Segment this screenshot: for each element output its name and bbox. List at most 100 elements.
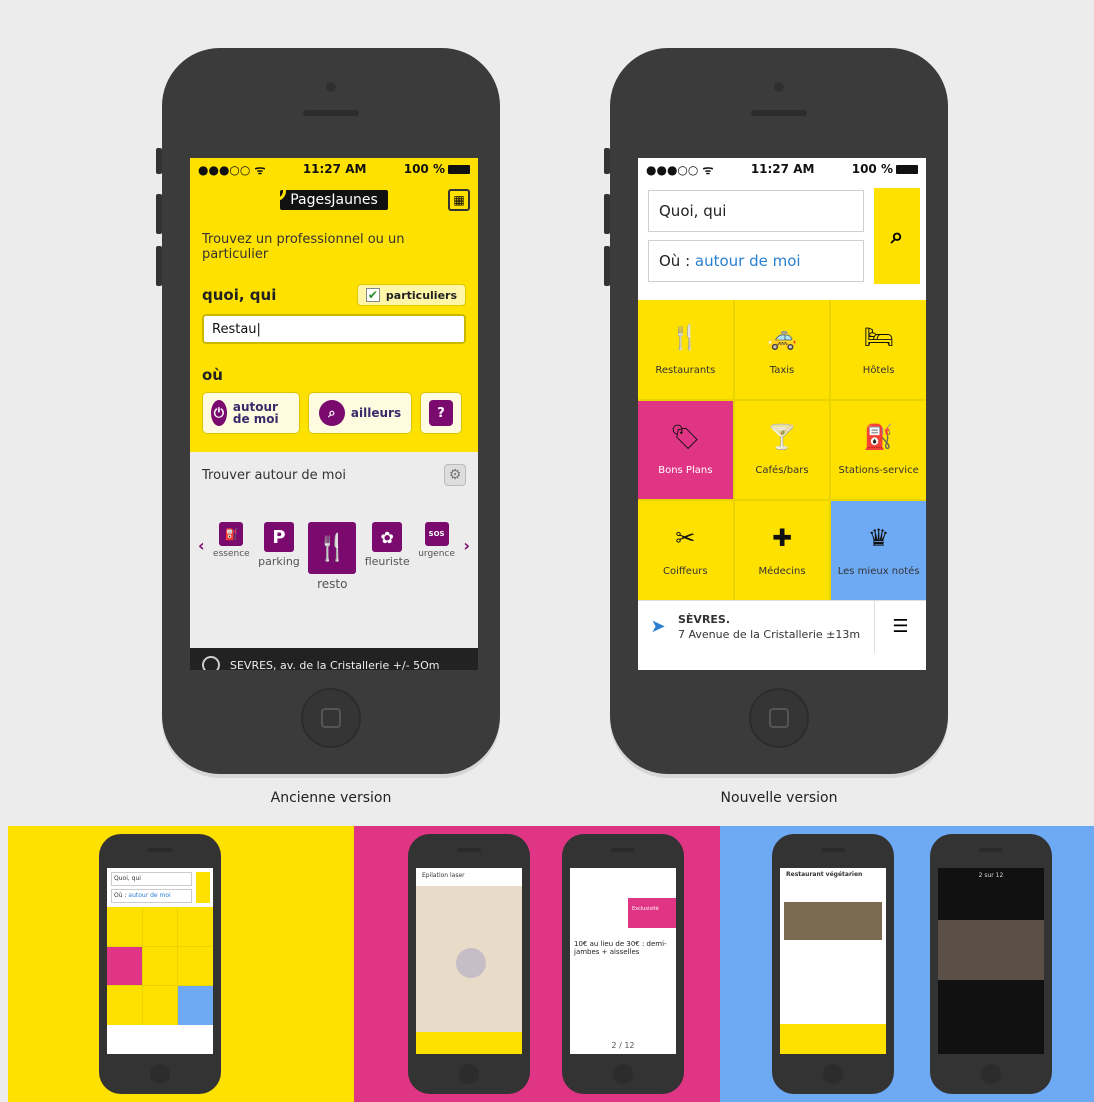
nearby-panel: Trouver autour de moi ⚙ ‹ ⛽ essence P pa…: [190, 452, 478, 648]
hamburger-menu-icon[interactable]: ☰: [874, 600, 926, 653]
volume-up: [604, 194, 610, 234]
gear-icon[interactable]: ⚙: [444, 464, 466, 486]
tile-label: Les mieux notés: [837, 566, 920, 578]
tile-label: Médecins: [758, 566, 806, 578]
new-caption: Nouvelle version: [720, 790, 838, 806]
category-urgence[interactable]: SOS urgence: [418, 522, 455, 559]
what-input[interactable]: Quoi, qui: [648, 190, 864, 232]
tile-label: Taxis: [769, 364, 795, 376]
mini-phone-restaurant: Restaurant végétarien: [772, 834, 894, 1094]
mini-gallery-pager: 2 sur 12: [978, 872, 1004, 879]
search-button[interactable]: ⌕: [874, 188, 920, 284]
signal-icon: ●●●○○ ᯤ: [646, 162, 714, 177]
mini-map-header: Epilation laser: [416, 868, 522, 886]
tile-bons-plans[interactable]: 🏷 Bons Plans: [638, 400, 733, 500]
battery-text: 100 %: [403, 162, 445, 176]
map-search-icon: ⌕: [318, 400, 345, 426]
tile-les-mieux-not-s[interactable]: ♛ Les mieux notés: [831, 501, 926, 600]
tile-m-decins[interactable]: ✚ Médecins: [734, 501, 830, 600]
chevron-right-icon[interactable]: ›: [463, 536, 470, 555]
search-panel: Quoi, qui Où : autour de moi ⌕: [638, 180, 926, 300]
target-icon: [202, 656, 220, 670]
near-me-button[interactable]: ⏻ autour de moi: [202, 392, 300, 434]
lead-text: Trouvez un professionnel ou un particuli…: [202, 232, 405, 262]
cocktail-icon: 🍸: [767, 423, 797, 452]
old-phone: ●●●○○ ᯤ 11:27 AM 100 % PagesJaunes ▦ Tro…: [156, 48, 500, 774]
taxi-icon: 🚕: [767, 322, 797, 351]
tile-stations-service[interactable]: ⛽ Stations-service: [831, 400, 926, 500]
category-essence[interactable]: ⛽ essence: [213, 522, 250, 559]
status-bar: ●●●○○ ᯤ 11:27 AM 100 %: [638, 158, 926, 180]
volume-down: [604, 246, 610, 286]
mute-switch: [604, 148, 610, 174]
fuel-icon: ⛽: [219, 522, 244, 546]
crown-icon: ♛: [867, 524, 890, 553]
category-grid: 🍴 Restaurants 🚕 Taxis 🛏 Hôtels 🏷 Bons Plans 🍸 Caf…: [638, 300, 926, 600]
location-bar: ➤ SÈVRES. 7 Avenue de la Cristallerie ±1…: [638, 600, 926, 653]
query-input[interactable]: Restau |: [202, 314, 466, 344]
top-panel: ●●●○○ ᯤ 11:27 AM 100 % PagesJaunes ▦ Tro…: [8, 8, 1094, 826]
phone-camera: [774, 82, 784, 92]
volume-down: [156, 246, 162, 286]
where-input[interactable]: Où : autour de moi: [648, 240, 864, 282]
status-bar: ●●●○○ ᯤ 11:27 AM 100 %: [190, 158, 478, 180]
checkbox-label: particuliers: [385, 288, 457, 302]
mini-pager: 2 / 12: [611, 1041, 635, 1050]
scissors-icon: ✂: [675, 524, 696, 553]
tile-label: Stations-service: [838, 465, 919, 477]
new-screen: ●●●○○ ᯤ 11:27 AM 100 % Quoi, qui Où : au…: [638, 158, 926, 670]
category-parking[interactable]: P parking: [258, 522, 300, 568]
fork-knife-icon: 🍴: [670, 322, 701, 351]
mini-phone-map: Epilation laser: [408, 834, 530, 1094]
search-icon: ⌕: [890, 223, 904, 249]
bed-icon: 🛏: [863, 322, 894, 351]
location-bar[interactable]: SEVRES, av. de la Cristallerie +/- 5Om: [190, 648, 478, 670]
category-carousel: ‹ ⛽ essence P parking 🍴 resto ✿ fleurist…: [198, 522, 470, 591]
old-screen: ●●●○○ ᯤ 11:27 AM 100 % PagesJaunes ▦ Tro…: [190, 158, 478, 670]
mini-rating-bar: [780, 1024, 886, 1054]
question-icon: ?: [429, 400, 453, 426]
location-text[interactable]: SÈVRES. 7 Avenue de la Cristallerie ±13m: [678, 612, 874, 642]
fork-knife-icon: 🍴: [308, 522, 357, 574]
fuel-icon: ⛽: [863, 423, 894, 452]
tile-restaurants[interactable]: 🍴 Restaurants: [638, 300, 733, 399]
status-time: 11:27 AM: [750, 162, 815, 176]
chevron-left-icon[interactable]: ‹: [198, 536, 205, 555]
mini-grid: [107, 907, 213, 1025]
check-icon: ✔: [365, 288, 380, 302]
status-time: 11:27 AM: [302, 162, 367, 176]
nearby-title: Trouver autour de moi: [202, 467, 347, 483]
location-icon: ⏻: [211, 400, 227, 426]
category-resto[interactable]: 🍴 resto: [308, 522, 357, 591]
tile-label: Cafés/bars: [755, 465, 809, 477]
flower-icon: ✿: [372, 522, 403, 552]
blue-strip: Restaurant végétarien 2 sur 12: [720, 826, 1094, 1102]
battery-icon: [895, 165, 918, 174]
medkit-icon: ✚: [771, 524, 793, 553]
mini-gallery-image: [938, 920, 1044, 980]
tile-coiffeurs[interactable]: ✂ Coiffeurs: [638, 501, 733, 600]
where-label: où: [202, 366, 223, 384]
tile-h-tels[interactable]: 🛏 Hôtels: [831, 300, 926, 399]
tile-caf-s-bars[interactable]: 🍸 Cafés/bars: [734, 400, 830, 500]
pink-strip: Epilation laser Exclusivité 10€ au lieu …: [354, 826, 720, 1102]
tag-icon: 🏷: [670, 423, 701, 452]
help-button[interactable]: ?: [420, 392, 462, 434]
mini-exclusive-tag: Exclusivité: [628, 898, 676, 928]
phone-speaker: [751, 110, 807, 116]
mini-phone-home: Quoi, qui Où : autour de moi: [99, 834, 221, 1094]
phone-speaker: [303, 110, 359, 116]
volume-up: [156, 194, 162, 234]
elsewhere-button[interactable]: ⌕ ailleurs: [308, 392, 412, 434]
old-caption: Ancienne version: [270, 790, 392, 806]
particuliers-checkbox[interactable]: ✔ particuliers: [356, 284, 466, 306]
tile-label: Bons Plans: [658, 465, 713, 477]
tile-taxis[interactable]: 🚕 Taxis: [734, 300, 830, 399]
tile-label: Restaurants: [655, 364, 716, 376]
yellow-strip: Quoi, qui Où : autour de moi: [8, 826, 354, 1102]
location-text: SEVRES, av. de la Cristallerie +/- 5Om: [230, 658, 440, 671]
mute-switch: [156, 148, 162, 174]
grid-menu-button[interactable]: ▦: [448, 189, 470, 211]
category-fleuriste[interactable]: ✿ fleuriste: [365, 522, 410, 568]
what-label: quoi, qui: [202, 286, 277, 304]
